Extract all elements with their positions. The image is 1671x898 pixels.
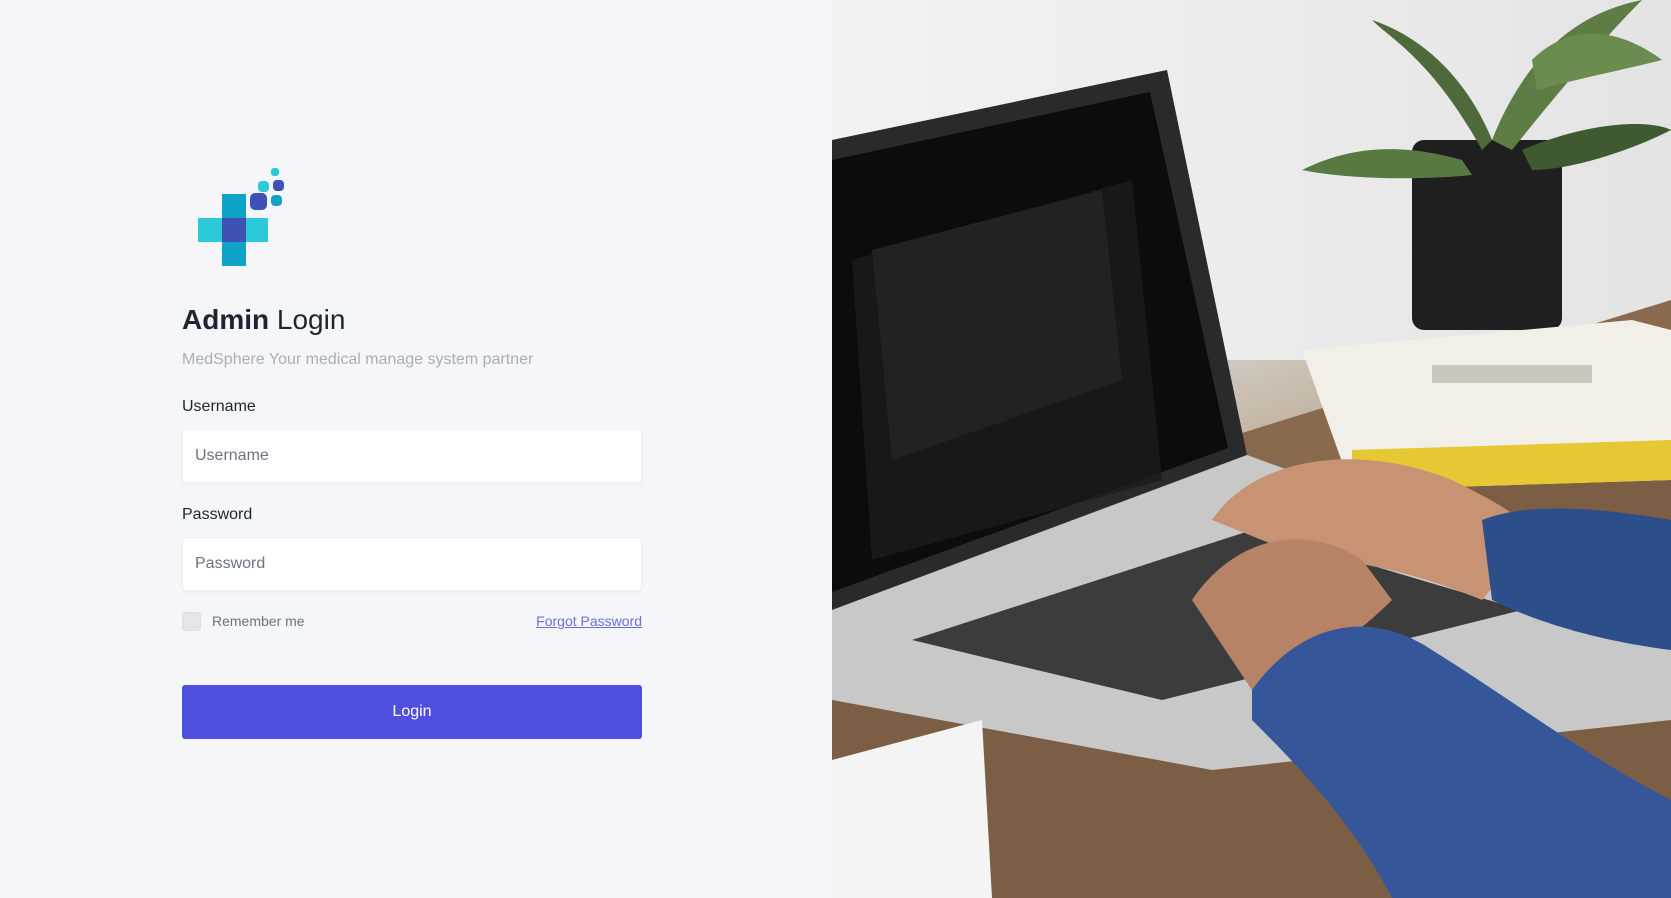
- page-title: Admin Login: [182, 300, 642, 340]
- login-page: Admin Login MedSphere Your medical manag…: [0, 0, 1671, 898]
- remember-row: Remember me Forgot Password: [182, 611, 642, 631]
- remember-me-label: Remember me: [212, 613, 305, 629]
- hero-image: [832, 0, 1671, 898]
- remember-me-checkbox[interactable]: [182, 611, 201, 631]
- login-form: Admin Login MedSphere Your medical manag…: [182, 300, 642, 739]
- laptop-typing-illustration: [832, 0, 1671, 898]
- medsphere-logo-icon: [198, 168, 284, 266]
- forgot-password-link[interactable]: Forgot Password: [536, 613, 642, 629]
- login-panel: Admin Login MedSphere Your medical manag…: [0, 0, 832, 898]
- password-label: Password: [182, 506, 253, 523]
- username-label: Username: [182, 398, 256, 415]
- password-input[interactable]: [182, 537, 642, 591]
- page-subtitle: MedSphere Your medical manage system par…: [182, 351, 534, 368]
- login-button[interactable]: Login: [182, 685, 642, 739]
- remember-me-toggle[interactable]: Remember me: [182, 611, 305, 631]
- username-input[interactable]: [182, 429, 642, 483]
- title-login: Login: [276, 304, 346, 335]
- title-admin: Admin: [182, 304, 270, 335]
